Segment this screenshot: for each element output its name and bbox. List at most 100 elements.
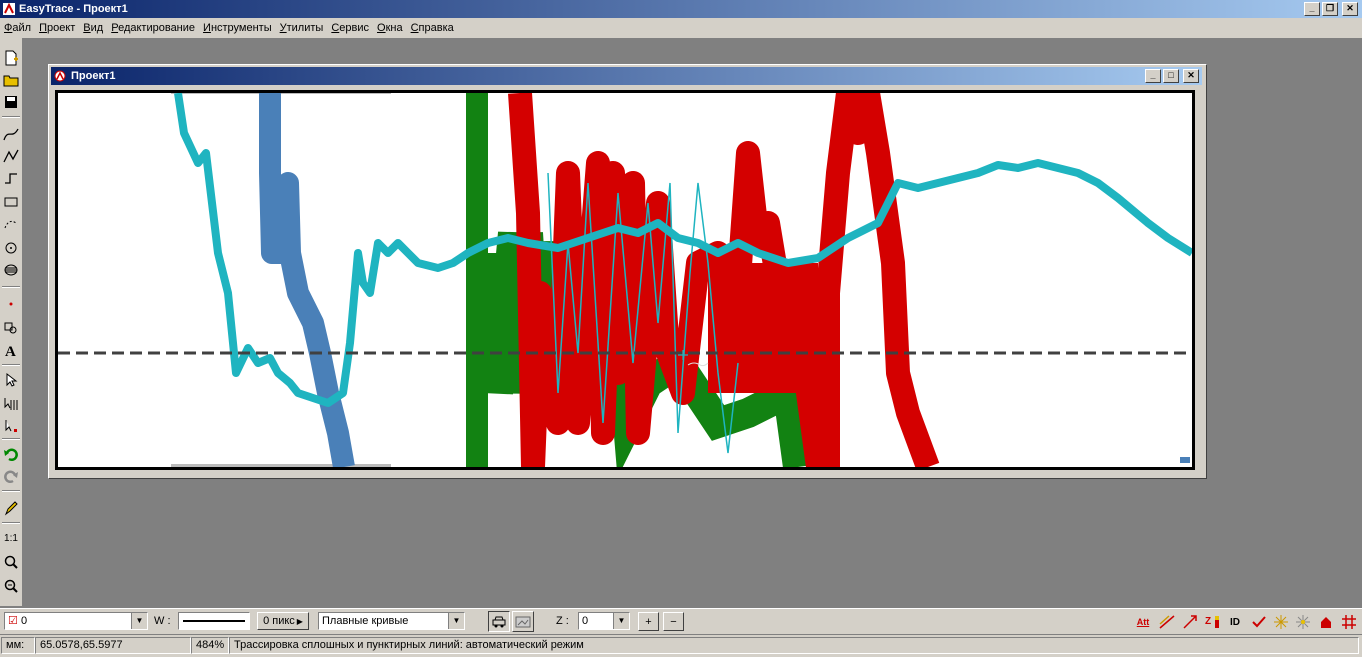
- child-minimize-button[interactable]: _: [1145, 69, 1161, 83]
- menu-project[interactable]: Проект: [35, 22, 79, 34]
- check-icon[interactable]: [1250, 613, 1268, 631]
- grid-hash-icon[interactable]: [1340, 613, 1358, 631]
- save-icon[interactable]: [2, 92, 20, 112]
- project-window: Проект1 _ □ ✕: [48, 64, 1207, 479]
- minimize-button[interactable]: _: [1304, 2, 1320, 16]
- easytrace-app-icon: [3, 3, 15, 15]
- step-line-icon[interactable]: [2, 168, 20, 188]
- image-mode-button[interactable]: [512, 611, 534, 632]
- units-panel: мм:: [1, 637, 35, 654]
- curve-mode-dropdown-icon[interactable]: ▼: [448, 613, 464, 629]
- app-title-bar: EasyTrace - Проект1 _ ❐ ✕: [0, 0, 1362, 18]
- svg-text:Z: Z: [1205, 616, 1211, 627]
- z-minus-button[interactable]: −: [663, 612, 684, 631]
- coords-text: 65.0578,65.5977: [40, 639, 123, 651]
- layer-dropdown-icon[interactable]: ▼: [131, 613, 147, 629]
- corner-marker: [1180, 457, 1190, 463]
- redo-icon[interactable]: [2, 466, 20, 486]
- pixel-width-button[interactable]: 0 пикс ▶: [257, 612, 309, 630]
- app-title: EasyTrace - Проект1: [19, 3, 128, 15]
- car-mode-button[interactable]: [488, 611, 510, 632]
- rectangle-icon[interactable]: [2, 192, 20, 212]
- menu-help[interactable]: Справка: [407, 22, 458, 34]
- direction-arrow-icon[interactable]: [1181, 613, 1199, 631]
- svg-text:A: A: [5, 344, 16, 358]
- star-burst-icon[interactable]: [1294, 613, 1312, 631]
- undo-icon[interactable]: [2, 444, 20, 464]
- play-arrow-icon: ▶: [296, 616, 303, 626]
- z-minus-label: −: [670, 615, 677, 628]
- circle-icon[interactable]: [2, 238, 20, 258]
- attribute-icon[interactable]: Att: [1134, 613, 1152, 631]
- scale-1-1-button[interactable]: 1:1: [2, 528, 20, 548]
- menu-bar: Файл Проект Вид Редактирование Инструмен…: [0, 18, 1362, 38]
- coords-panel: 65.0578,65.5977: [35, 637, 191, 654]
- child-maximize-button[interactable]: □: [1163, 69, 1179, 83]
- image-mode-icon: [515, 616, 531, 627]
- property-toolbar: ☑ 0 ▼ W : 0 пикс ▶ Плавные кривые ▼ Z : …: [0, 608, 1362, 634]
- child-close-button[interactable]: ✕: [1183, 69, 1199, 83]
- left-toolbar: A 1:1: [0, 38, 23, 606]
- layer-checkbox-icon: ☑: [8, 615, 18, 627]
- red-line-right: [816, 93, 940, 467]
- raster-image: [58, 93, 1192, 467]
- menu-tools[interactable]: Инструменты: [199, 22, 276, 34]
- menu-view[interactable]: Вид: [79, 22, 107, 34]
- layer-select[interactable]: ☑ 0 ▼: [4, 612, 148, 630]
- curve-mode-select[interactable]: Плавные кривые ▼: [318, 612, 465, 630]
- zoom-in-icon[interactable]: [2, 552, 20, 572]
- menu-windows[interactable]: Окна: [373, 22, 407, 34]
- drawing-canvas[interactable]: [55, 90, 1195, 470]
- project-window-controls: _ □ ✕: [1145, 69, 1199, 83]
- project-window-title: Проект1: [71, 70, 116, 82]
- menu-service[interactable]: Сервис: [327, 22, 373, 34]
- polyline-icon[interactable]: [2, 146, 20, 166]
- status-bar: мм: 65.0578,65.5977 484% Трассировка спл…: [0, 634, 1362, 657]
- z-dropdown-icon[interactable]: ▼: [613, 613, 629, 629]
- project-window-title-bar: Проект1 _ □ ✕: [51, 67, 1202, 85]
- menu-file[interactable]: Файл: [0, 22, 35, 34]
- pixel-width-label: 0 пикс: [263, 615, 295, 627]
- select-arrow-icon[interactable]: [2, 370, 20, 390]
- z-value-icon[interactable]: Z: [1203, 613, 1221, 631]
- z-plus-button[interactable]: +: [638, 612, 659, 631]
- units-text: мм:: [6, 639, 25, 651]
- zoom-out-icon[interactable]: [2, 576, 20, 596]
- z-label: Z :: [556, 615, 569, 627]
- symbol-icon[interactable]: [2, 318, 20, 338]
- status-message: Трассировка сплошных и пунктирных линий:…: [234, 639, 584, 651]
- dotted-curve-icon[interactable]: [2, 214, 20, 234]
- id-label: ID: [1230, 616, 1240, 628]
- attribute-label: Att: [1136, 617, 1150, 627]
- zoom-panel: 484%: [191, 637, 229, 654]
- point-icon[interactable]: [2, 294, 20, 314]
- id-icon[interactable]: ID: [1226, 613, 1244, 631]
- line-width-select[interactable]: [178, 612, 250, 630]
- open-folder-icon[interactable]: [2, 70, 20, 90]
- car-icon: [492, 616, 506, 627]
- z-value: 0: [582, 615, 589, 627]
- hatch-icon[interactable]: [2, 260, 20, 280]
- restore-button[interactable]: ❐: [1322, 2, 1338, 16]
- layer-value: 0: [20, 615, 28, 627]
- width-label: W :: [154, 615, 171, 627]
- close-button[interactable]: ✕: [1342, 2, 1358, 16]
- z-plus-label: +: [645, 615, 652, 628]
- z-select[interactable]: 0 ▼: [578, 612, 630, 630]
- text-tool-icon[interactable]: A: [2, 340, 20, 360]
- select-node-icon[interactable]: [2, 416, 20, 436]
- smooth-curve-icon[interactable]: [2, 124, 20, 144]
- bottom-scroll-marker: [171, 464, 391, 467]
- menu-edit[interactable]: Редактирование: [107, 22, 199, 34]
- project-icon: [54, 70, 66, 82]
- red-marker-icon[interactable]: [1317, 613, 1335, 631]
- pencil-icon[interactable]: [2, 498, 20, 518]
- app-window-controls: _ ❐ ✕: [1304, 2, 1358, 16]
- new-file-icon[interactable]: [2, 48, 20, 68]
- zoom-text: 484%: [196, 639, 225, 651]
- select-group-icon[interactable]: [2, 394, 20, 414]
- trace-lines-icon[interactable]: [1158, 613, 1176, 631]
- sparkle-icon[interactable]: [1272, 613, 1290, 631]
- menu-utilities[interactable]: Утилиты: [276, 22, 328, 34]
- scale-label: 1:1: [4, 532, 18, 544]
